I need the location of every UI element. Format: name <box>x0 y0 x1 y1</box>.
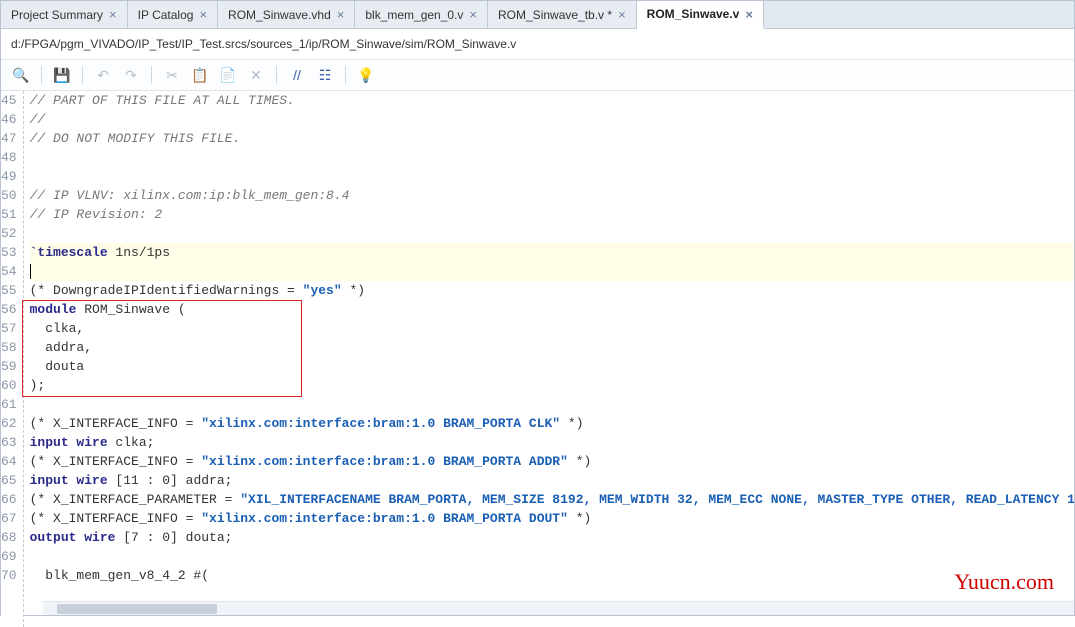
line-number: 66 <box>1 490 17 509</box>
tab-blk-mem-gen-0-v[interactable]: blk_mem_gen_0.v × <box>355 1 488 28</box>
close-icon[interactable]: × <box>199 7 207 22</box>
delete-icon: ✕ <box>244 64 268 86</box>
tab-label: ROM_Sinwave_tb.v * <box>498 8 612 22</box>
close-icon[interactable]: × <box>618 7 626 22</box>
code-area[interactable]: // PART OF THIS FILE AT ALL TIMES.//// D… <box>24 91 1074 627</box>
toolbar-separator <box>345 66 346 84</box>
comment-icon[interactable]: // <box>285 64 309 86</box>
line-number: 61 <box>1 395 17 414</box>
close-icon[interactable]: × <box>337 7 345 22</box>
toolbar-separator <box>82 66 83 84</box>
code-line[interactable]: (* X_INTERFACE_INFO = "xilinx.com:interf… <box>30 509 1074 528</box>
code-line[interactable]: (* X_INTERFACE_INFO = "xilinx.com:interf… <box>30 414 1074 433</box>
code-line[interactable] <box>30 167 1074 186</box>
line-number: 54 <box>1 262 17 281</box>
code-line[interactable]: blk_mem_gen_v8_4_2 #( <box>30 566 1074 585</box>
tab-label: ROM_Sinwave.v <box>647 7 740 21</box>
line-number: 47 <box>1 129 17 148</box>
scrollbar-thumb[interactable] <box>57 604 217 614</box>
line-number: 65 <box>1 471 17 490</box>
line-gutter: 4546474849505152535455565758596061626364… <box>1 91 23 627</box>
save-icon: 💾 <box>50 64 74 86</box>
line-number: 69 <box>1 547 17 566</box>
line-number: 70 <box>1 566 17 585</box>
line-number: 55 <box>1 281 17 300</box>
line-number: 52 <box>1 224 17 243</box>
cut-icon: ✂ <box>160 64 184 86</box>
code-line[interactable] <box>30 148 1074 167</box>
line-number: 57 <box>1 319 17 338</box>
code-line[interactable]: module ROM_Sinwave ( <box>30 300 1074 319</box>
text-cursor <box>30 264 31 279</box>
line-number: 53 <box>1 243 17 262</box>
code-line[interactable]: // <box>30 110 1074 129</box>
line-number: 49 <box>1 167 17 186</box>
code-editor[interactable]: 4546474849505152535455565758596061626364… <box>1 91 1074 627</box>
tab-rom-sinwave-tb-v-[interactable]: ROM_Sinwave_tb.v * × <box>488 1 637 28</box>
close-icon[interactable]: × <box>109 7 117 22</box>
code-line[interactable]: output wire [7 : 0] douta; <box>30 528 1074 547</box>
redo-icon: ↷ <box>119 64 143 86</box>
line-number: 56 <box>1 300 17 319</box>
line-number: 58 <box>1 338 17 357</box>
code-line[interactable] <box>30 547 1074 566</box>
tab-ip-catalog[interactable]: IP Catalog × <box>128 1 218 28</box>
toolbar-separator <box>276 66 277 84</box>
code-line[interactable]: douta <box>30 357 1074 376</box>
tab-bar: Project Summary×IP Catalog×ROM_Sinwave.v… <box>1 1 1074 29</box>
search-icon[interactable]: 🔍 <box>9 64 33 86</box>
tab-rom-sinwave-v[interactable]: ROM_Sinwave.v × <box>637 1 764 29</box>
code-line[interactable]: addra, <box>30 338 1074 357</box>
code-line[interactable]: // IP VLNV: xilinx.com:ip:blk_mem_gen:8.… <box>30 186 1074 205</box>
tab-label: IP Catalog <box>138 8 194 22</box>
line-number: 64 <box>1 452 17 471</box>
horizontal-scrollbar[interactable] <box>43 601 1074 615</box>
line-number: 63 <box>1 433 17 452</box>
line-number: 60 <box>1 376 17 395</box>
paste-icon: 📄 <box>216 64 240 86</box>
line-number: 59 <box>1 357 17 376</box>
suggest-icon[interactable]: 💡 <box>354 64 378 86</box>
line-number: 62 <box>1 414 17 433</box>
line-number: 68 <box>1 528 17 547</box>
line-number: 51 <box>1 205 17 224</box>
line-number: 67 <box>1 509 17 528</box>
close-icon[interactable]: × <box>469 7 477 22</box>
line-number: 50 <box>1 186 17 205</box>
tab-rom-sinwave-vhd[interactable]: ROM_Sinwave.vhd × <box>218 1 355 28</box>
tab-label: Project Summary <box>11 8 103 22</box>
code-line[interactable]: (* DowngradeIPIdentifiedWarnings = "yes"… <box>30 281 1074 300</box>
undo-icon: ↶ <box>91 64 115 86</box>
tab-project-summary[interactable]: Project Summary × <box>1 1 128 28</box>
code-line[interactable]: // IP Revision: 2 <box>30 205 1074 224</box>
code-line[interactable]: // PART OF THIS FILE AT ALL TIMES. <box>30 91 1074 110</box>
toolbar-separator <box>151 66 152 84</box>
code-line[interactable]: clka, <box>30 319 1074 338</box>
line-number: 46 <box>1 110 17 129</box>
code-line[interactable]: (* X_INTERFACE_PARAMETER = "XIL_INTERFAC… <box>30 490 1074 509</box>
line-number: 45 <box>1 91 17 110</box>
code-line[interactable]: (* X_INTERFACE_INFO = "xilinx.com:interf… <box>30 452 1074 471</box>
tab-label: blk_mem_gen_0.v <box>365 8 463 22</box>
close-icon[interactable]: × <box>745 7 753 22</box>
code-line[interactable]: input wire [11 : 0] addra; <box>30 471 1074 490</box>
code-line[interactable]: `timescale 1ns/1ps <box>30 243 1074 262</box>
line-number: 48 <box>1 148 17 167</box>
copy-icon[interactable]: 📋 <box>188 64 212 86</box>
toolbar-separator <box>41 66 42 84</box>
code-line[interactable] <box>30 224 1074 243</box>
code-line[interactable]: ); <box>30 376 1074 395</box>
columns-icon[interactable]: ☷ <box>313 64 337 86</box>
tab-label: ROM_Sinwave.vhd <box>228 8 331 22</box>
editor-toolbar: 🔍 💾 ↶↷ ✂📋📄✕ //☷ 💡 <box>1 59 1074 91</box>
code-line[interactable]: input wire clka; <box>30 433 1074 452</box>
code-line[interactable] <box>30 395 1074 414</box>
code-line[interactable] <box>30 262 1074 281</box>
code-line[interactable]: // DO NOT MODIFY THIS FILE. <box>30 129 1074 148</box>
file-path: d:/FPGA/pgm_VIVADO/IP_Test/IP_Test.srcs/… <box>1 29 1074 59</box>
